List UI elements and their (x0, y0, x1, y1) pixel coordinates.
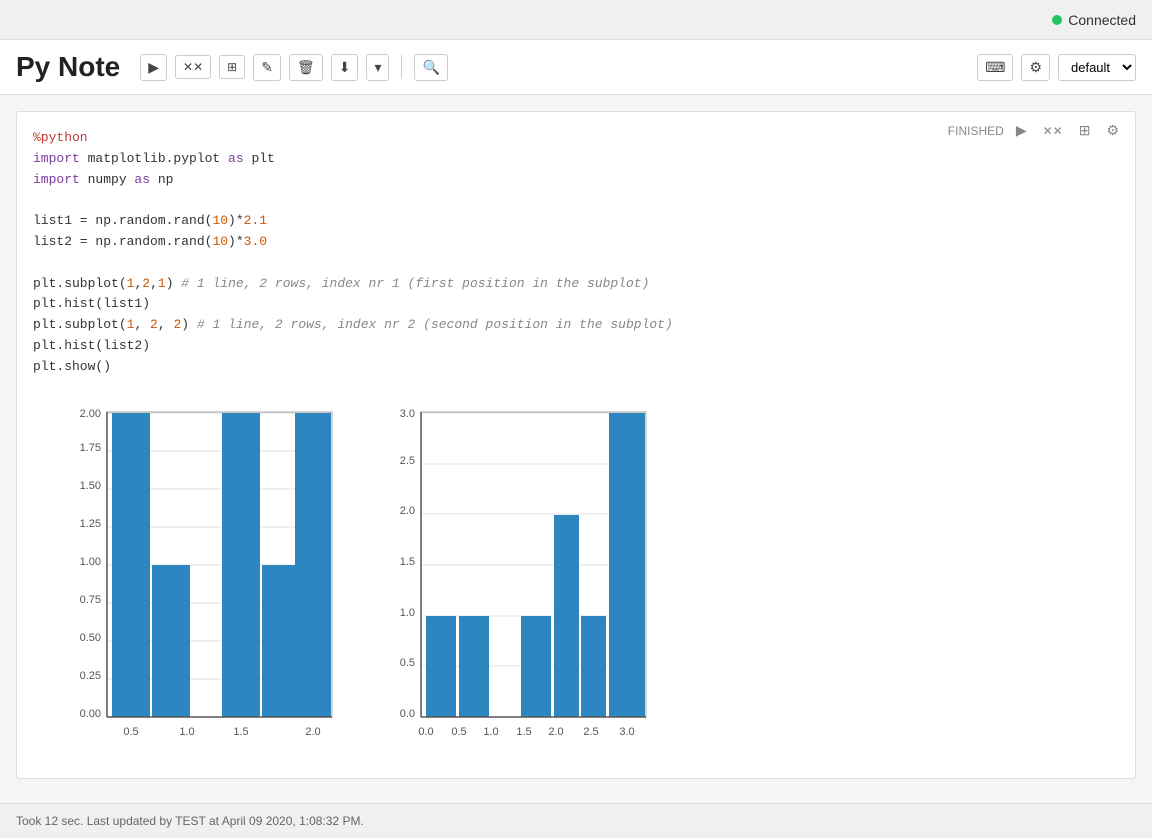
svg-text:2.00: 2.00 (80, 408, 101, 420)
svg-text:2.0: 2.0 (400, 505, 415, 517)
cell-grid-button[interactable]: ⊞ (1075, 120, 1095, 141)
svg-text:1.5: 1.5 (516, 726, 531, 738)
chart2: 0.0 0.5 1.0 1.5 2.0 2.5 3.0 (371, 402, 661, 762)
code-section[interactable]: %python import matplotlib.pyplot as plt … (17, 112, 1135, 386)
delete-button[interactable]: 🗑 (289, 54, 323, 81)
svg-text:0.50: 0.50 (80, 632, 101, 644)
toolbar-right: ⌨ ⚙ default (977, 54, 1136, 81)
svg-text:0.75: 0.75 (80, 594, 101, 606)
svg-text:3.0: 3.0 (400, 408, 415, 420)
download-dropdown[interactable]: ▾ (366, 54, 389, 81)
svg-text:0.25: 0.25 (80, 670, 101, 682)
toolbar-separator (401, 55, 402, 79)
run-button[interactable]: ▶ (140, 54, 167, 81)
svg-text:1.5: 1.5 (400, 556, 415, 568)
main-content: FINISHED ▶ ✕✕ ⊞ ⚙ %python import matplot… (0, 95, 1152, 803)
app-title: Py Note (16, 51, 120, 83)
svg-text:2.0: 2.0 (548, 726, 563, 738)
status-bar: Took 12 sec. Last updated by TEST at Apr… (0, 803, 1152, 838)
download-button[interactable]: ⬇ (331, 54, 359, 81)
connected-text: Connected (1068, 12, 1136, 28)
search-button[interactable]: 🔍 (414, 54, 447, 81)
edit-button[interactable]: ✎ (253, 54, 281, 81)
code-cell: FINISHED ▶ ✕✕ ⊞ ⚙ %python import matplot… (16, 111, 1136, 779)
cell-toolbar: FINISHED ▶ ✕✕ ⊞ ⚙ (948, 120, 1123, 141)
chart2-svg: 0.0 0.5 1.0 1.5 2.0 2.5 3.0 (371, 402, 661, 762)
settings-button[interactable]: ⚙ (1021, 54, 1050, 81)
svg-text:1.75: 1.75 (80, 442, 101, 454)
cell-settings-button[interactable]: ⚙ (1102, 120, 1123, 141)
top-bar: Connected (0, 0, 1152, 40)
svg-text:2.0: 2.0 (305, 726, 320, 738)
restart-button[interactable]: ⊞ (219, 55, 245, 79)
status-text: Took 12 sec. Last updated by TEST at Apr… (16, 814, 364, 828)
svg-text:0.5: 0.5 (400, 657, 415, 669)
svg-text:0.00: 0.00 (80, 708, 101, 720)
svg-text:0.5: 0.5 (451, 726, 466, 738)
keyboard-button[interactable]: ⌨ (977, 54, 1013, 81)
cell-interrupt-button[interactable]: ✕✕ (1039, 122, 1067, 140)
svg-text:1.0: 1.0 (400, 607, 415, 619)
svg-text:1.5: 1.5 (233, 726, 248, 738)
svg-text:3.0: 3.0 (619, 726, 634, 738)
output-section: 0.00 0.25 0.50 0.75 1.00 1.25 1.50 1.75 … (17, 386, 1135, 778)
svg-text:1.25: 1.25 (80, 518, 101, 530)
cell-status: FINISHED (948, 124, 1004, 138)
svg-text:1.50: 1.50 (80, 480, 101, 492)
svg-text:0.5: 0.5 (123, 726, 138, 738)
svg-text:1.0: 1.0 (483, 726, 498, 738)
svg-text:1.0: 1.0 (179, 726, 194, 738)
connected-indicator: Connected (1052, 12, 1136, 28)
svg-text:2.5: 2.5 (583, 726, 598, 738)
kernel-select[interactable]: default (1058, 54, 1136, 81)
chart1-svg: 0.00 0.25 0.50 0.75 1.00 1.25 1.50 1.75 … (57, 402, 347, 762)
charts-container: 0.00 0.25 0.50 0.75 1.00 1.25 1.50 1.75 … (57, 402, 1119, 762)
svg-text:1.00: 1.00 (80, 556, 101, 568)
svg-text:0.0: 0.0 (400, 708, 415, 720)
cell-run-button[interactable]: ▶ (1012, 120, 1031, 141)
svg-text:2.5: 2.5 (400, 455, 415, 467)
interrupt-button[interactable]: ✕✕ (175, 55, 211, 79)
chart1: 0.00 0.25 0.50 0.75 1.00 1.25 1.50 1.75 … (57, 402, 347, 762)
svg-text:0.0: 0.0 (418, 726, 433, 738)
main-toolbar: Py Note ▶ ✕✕ ⊞ ✎ 🗑 ⬇ ▾ 🔍 ⌨ ⚙ default (0, 40, 1152, 95)
connected-dot (1052, 15, 1062, 25)
